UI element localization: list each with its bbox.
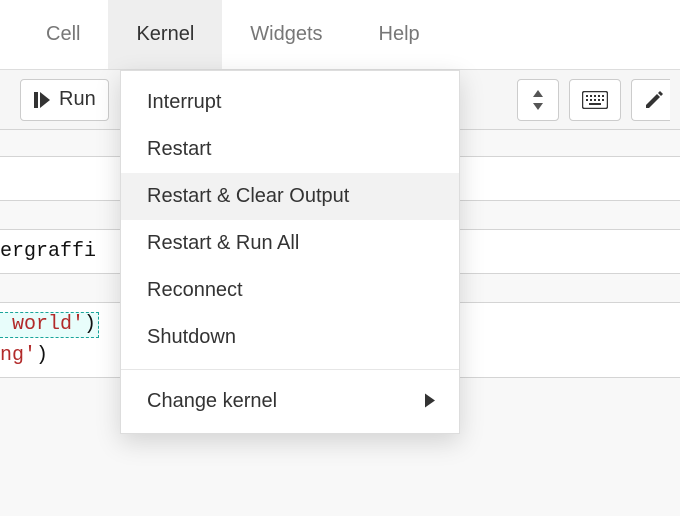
pencil-icon [644,90,664,110]
kernel-restart-clear-output[interactable]: Restart & Clear Output [121,173,459,220]
run-label: Run [59,88,96,111]
menu-help[interactable]: Help [351,0,448,69]
kernel-restart[interactable]: Restart [121,126,459,173]
kernel-reconnect[interactable]: Reconnect [121,267,459,314]
cell-text-fragment-content: ergraffi [0,240,96,263]
kernel-shutdown[interactable]: Shutdown [121,314,459,361]
select-caret-icon [532,90,544,110]
keyboard-icon [582,91,608,109]
run-button[interactable]: Run [20,79,109,121]
submenu-caret-icon [425,390,435,413]
kernel-restart-run-all[interactable]: Restart & Run All [121,220,459,267]
run-icon [33,91,51,109]
kernel-menu-dropdown: Interrupt Restart Restart & Clear Output… [120,70,460,434]
edit-button[interactable] [631,79,670,121]
menu-bar: Cell Kernel Widgets Help [0,0,680,70]
command-palette-button[interactable] [569,79,621,121]
menu-kernel[interactable]: Kernel [108,0,222,69]
cell-type-select[interactable] [517,79,559,121]
kernel-change-kernel[interactable]: Change kernel [121,378,459,425]
menu-widgets[interactable]: Widgets [222,0,350,69]
kernel-change-kernel-label: Change kernel [147,390,277,413]
menu-separator [121,369,459,370]
menu-cell[interactable]: Cell [18,0,108,69]
kernel-interrupt[interactable]: Interrupt [121,79,459,126]
